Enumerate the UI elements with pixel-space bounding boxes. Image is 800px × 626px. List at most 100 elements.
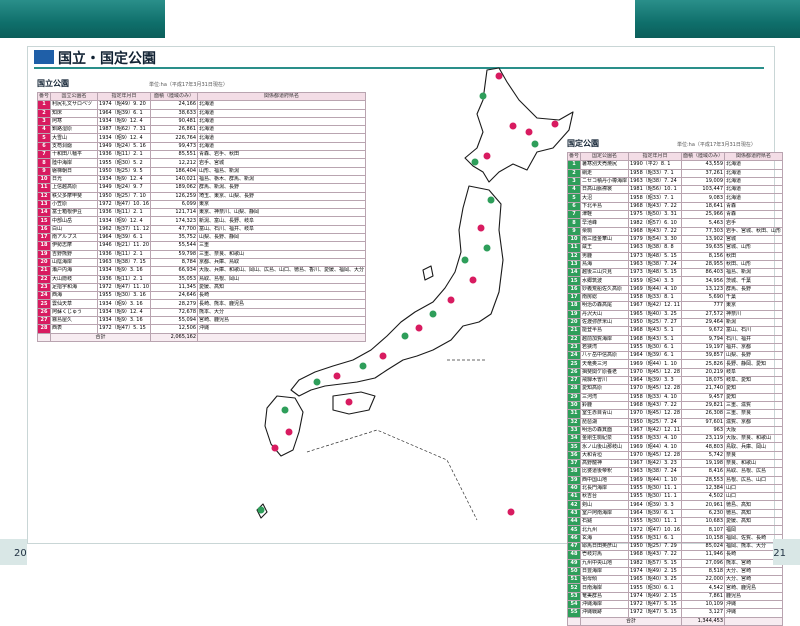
table-cell: 伊勢志摩 — [50, 241, 99, 251]
table-cell: 1968（昭43）7. 22 — [628, 550, 683, 560]
page-title: 国立・国定公園 — [58, 51, 156, 67]
table-cell: 5,742 — [681, 450, 726, 461]
table-cell: 1969（昭44）1. 10 — [628, 475, 683, 485]
table-row: 48 壱岐対馬 1968（昭43）7. 22 11,946 長崎 — [566, 550, 784, 560]
quasi-parks-table: 番号 国定公園名 指定年月日 面積（陸域のみ） 関係都道府県名 1 暑寒別天売焼尻… — [566, 151, 784, 626]
table-row: 33 明治の森箕面 1967（昭42）12. 11 963 大阪 — [566, 425, 784, 436]
row-number: 4 — [566, 185, 582, 195]
row-number: 13 — [566, 259, 582, 270]
table-cell: 963 — [681, 425, 726, 436]
table-cell: 1956（昭31）6. 1 — [628, 533, 683, 543]
table-cell: 1964（昭39）3. 3 — [628, 500, 683, 510]
table-row: 3 ニセコ積丹小樽海岸 1963（昭38）7. 24 19,009 北海道 — [566, 176, 784, 187]
table-cell: 1950（昭25）7. 27 — [628, 317, 683, 328]
quasi-parks-note: 単位:ha（平成17年3月31日現在） — [677, 142, 756, 148]
title-marker — [34, 50, 54, 64]
table-cell: 明治の森箕面 — [580, 425, 630, 436]
table-cell: 10,158 — [681, 533, 726, 543]
table-cell: 27,572 — [681, 309, 726, 319]
header-cell: 指定年月日 — [628, 151, 683, 162]
table-cell: 1974（昭49）9. 20 — [97, 100, 152, 110]
row-number: 35 — [566, 442, 582, 452]
table-cell: 28,279 — [150, 299, 199, 309]
table-cell: 愛知 — [724, 384, 784, 394]
table-cell: 東京 — [724, 301, 784, 311]
row-number: 19 — [566, 309, 582, 319]
table-cell: 愛知高原 — [580, 384, 630, 394]
row-number: 49 — [566, 558, 582, 568]
table-cell: 島根、広島、山口 — [724, 475, 784, 485]
table-cell: 岩手、宮城、秋田、山形 — [724, 226, 784, 236]
table-cell: 1974（昭49）2. 15 — [628, 566, 683, 577]
table-cell: 明治の森高尾 — [580, 301, 630, 311]
table-cell: 5,690 — [681, 293, 726, 303]
row-number: 39 — [566, 475, 582, 485]
national-park-marker — [477, 224, 485, 232]
table-total-row: 合計 1,344,453 — [566, 616, 784, 626]
row-number: 24 — [566, 351, 582, 361]
row-number: 3 — [566, 176, 582, 187]
table-row: 36 大和青垣 1970（昭45）12. 28 5,742 奈良 — [566, 450, 784, 461]
table-cell: 新潟 — [724, 317, 784, 328]
table-cell: 97,601 — [681, 417, 726, 427]
table-cell: 八ヶ岳中信高原 — [580, 351, 630, 361]
row-number: 30 — [566, 400, 582, 411]
row-number: 55 — [566, 608, 582, 618]
sado-shape — [422, 265, 434, 281]
row-number: 26 — [36, 307, 52, 318]
row-number: 25 — [566, 359, 582, 369]
table-cell: 青森 — [724, 210, 784, 220]
table-cell: 5,463 — [681, 218, 726, 228]
table-cell: 1955（昭30）6. 1 — [628, 342, 683, 353]
table-cell: 比婆道後帝釈 — [580, 467, 630, 477]
row-number: 9 — [36, 166, 52, 176]
table-cell: 利尻礼文サロベツ — [50, 100, 99, 110]
table-row: 18 明治の森高尾 1967（昭42）12. 11 777 東京 — [566, 301, 784, 311]
table-cell: 富士箱根伊豆 — [50, 208, 99, 218]
table-cell: 1975（昭50）3. 31 — [628, 210, 683, 220]
table-cell: 岐阜、愛知 — [724, 375, 784, 386]
table-cell: 1936（昭11）2. 1 — [97, 208, 152, 218]
table-cell: 1958（昭33）7. 1 — [628, 168, 683, 178]
table-cell: 48,803 — [681, 442, 726, 452]
table-cell: 室生赤目青山 — [580, 409, 630, 419]
table-cell: 1963（昭38）7. 24 — [628, 467, 683, 477]
table-cell: 1955（昭30）11. 1 — [628, 517, 683, 527]
table-cell: 1974（昭49）2. 15 — [628, 591, 683, 602]
table-cell: 越後三山只見 — [580, 268, 630, 278]
table-row: 37 高野龍神 1967（昭42）3. 23 19,198 奈良、和歌山 — [566, 458, 784, 469]
row-number: 32 — [566, 417, 582, 427]
row-number: 18 — [36, 241, 52, 251]
table-cell: 阿寒 — [50, 116, 99, 127]
table-cell: 20,219 — [681, 367, 726, 378]
row-number: 9 — [566, 226, 582, 236]
table-cell: 滋賀、京都 — [724, 417, 784, 427]
national-park-marker — [551, 120, 559, 128]
table-cell: 8,416 — [681, 467, 726, 477]
table-cell: 25,826 — [681, 359, 726, 369]
table-cell: 85,024 — [681, 541, 726, 552]
row-number: 17 — [36, 233, 52, 243]
table-cell: 津軽 — [580, 210, 630, 220]
table-cell: 西海 — [50, 291, 99, 301]
national-park-marker — [483, 152, 491, 160]
header-band-left — [0, 0, 165, 38]
row-number: 5 — [36, 133, 52, 143]
table-cell: 奈良 — [724, 450, 784, 461]
quasi-parks-block: 国定公園 単位:ha（平成17年3月31日現在） 番号 国定公園名 指定年月日 … — [566, 138, 784, 626]
table-cell: 1968（昭43）7. 22 — [628, 201, 683, 212]
table-cell: 能登半島 — [580, 326, 630, 336]
table-cell: 鳥取、島根、広島 — [724, 467, 784, 477]
national-park-marker — [333, 372, 341, 380]
table-cell: 22,000 — [681, 575, 726, 585]
table-cell: 青森 — [724, 201, 784, 212]
table-cell: 66,934 — [150, 266, 199, 276]
row-number: 23 — [36, 282, 52, 293]
table-cell: 1955（昭30）3. 16 — [97, 291, 152, 301]
row-number: 18 — [566, 301, 582, 311]
national-park-marker — [447, 296, 455, 304]
table-cell: 39,857 — [681, 351, 726, 361]
table-cell: 岐阜 — [724, 367, 784, 378]
table-cell: 福島、新潟 — [724, 268, 784, 278]
table-cell: 21,740 — [681, 384, 726, 394]
